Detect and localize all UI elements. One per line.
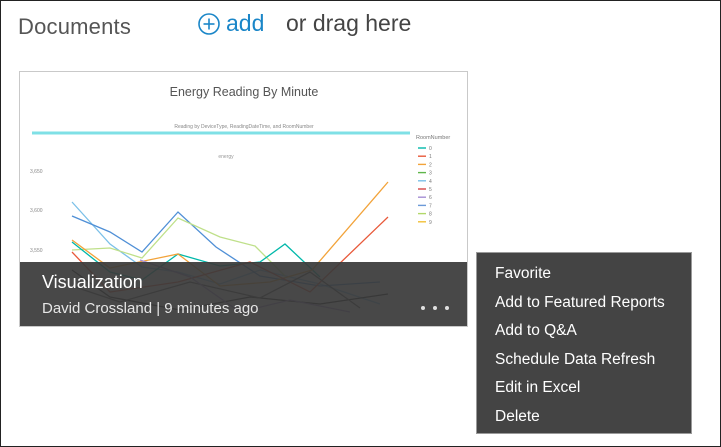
menu-item-delete[interactable]: Delete [477,403,691,432]
legend-label: 5 [429,187,432,193]
report-tile[interactable]: Energy Reading By Minute Reading by Devi… [19,71,468,327]
legend-label: 1 [429,154,432,160]
legend-label: 4 [429,179,432,185]
legend-label: 0 [429,146,432,152]
more-options-button[interactable] [421,298,449,318]
thumbnail-series-label: energy [218,154,234,160]
y-tick-label: 3,550 [30,248,43,254]
menu-item-favorite[interactable]: Favorite [477,260,691,289]
legend-label: 6 [429,195,432,201]
menu-item-edit-in-excel[interactable]: Edit in Excel [477,374,691,403]
menu-item-schedule-data-refresh[interactable]: Schedule Data Refresh [477,346,691,375]
legend-label: 3 [429,171,432,177]
thumbnail-title: Energy Reading By Minute [170,85,319,99]
context-menu: Favorite Add to Featured Reports Add to … [476,252,692,434]
legend-label: 9 [429,220,432,226]
documents-panel: Documents add or drag here Energy Readin… [0,0,721,447]
add-document-button[interactable]: add [198,10,264,37]
report-meta: David Crossland | 9 minutes ago [42,300,259,317]
drag-here-label: or drag here [286,10,412,36]
legend-label: 7 [429,203,432,209]
add-label: add [226,10,265,36]
y-tick-label: 3,600 [30,208,43,214]
thumbnail-legend-title: RoomNumber [416,135,450,141]
report-author: David Crossland [42,300,153,317]
legend-label: 2 [429,162,432,168]
ellipsis-dot-icon [421,306,425,310]
tile-info-bar: Visualization David Crossland | 9 minute… [20,262,467,326]
page-title: Documents [18,14,132,39]
thumbnail-legend: 0 1 2 3 4 5 6 7 8 9 [418,146,432,226]
thumbnail-subtitle: Reading by DeviceType, ReadingDateTime, … [174,124,314,130]
meta-separator: | [152,300,165,317]
menu-item-add-to-featured-reports[interactable]: Add to Featured Reports [477,289,691,318]
report-name[interactable]: Visualization [42,272,143,293]
ellipsis-dot-icon [445,306,449,310]
report-time: 9 minutes ago [164,300,259,317]
add-circle-icon [198,12,220,35]
menu-item-add-to-qna[interactable]: Add to Q&A [477,317,691,346]
legend-label: 8 [429,212,432,218]
ellipsis-dot-icon [433,306,437,310]
y-tick-label: 3,650 [30,169,43,175]
